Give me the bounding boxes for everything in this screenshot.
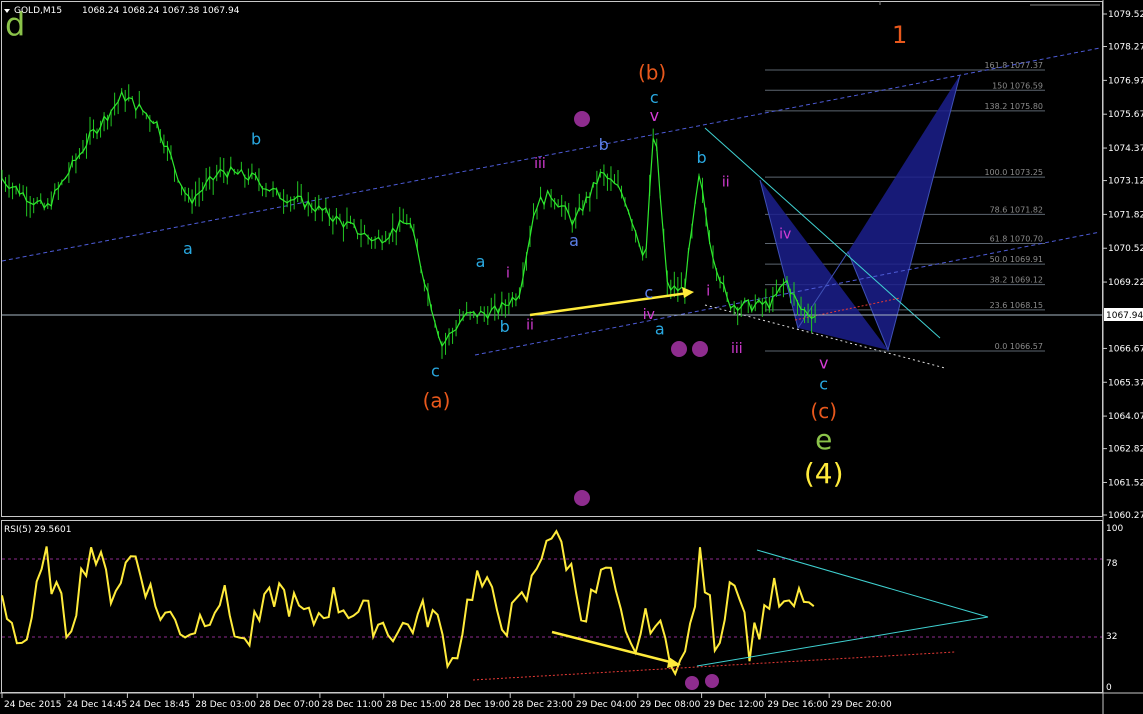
price-tick-label: 1070.52	[1108, 244, 1143, 254]
time-tick-label: 24 Dec 2015	[4, 700, 62, 710]
wave-label: c	[650, 88, 659, 107]
chart-svg: 161.8 1077.37150 1076.59138.2 1075.80100…	[0, 0, 1143, 714]
wave-label: iii	[534, 156, 546, 172]
fib-label: 0.0 1066.57	[995, 342, 1043, 351]
price-tick-label: 1066.67	[1108, 344, 1143, 354]
rsi-triangle-upper	[756, 549, 989, 618]
wave-label: iii	[731, 341, 743, 357]
price-tick-label: 1060.27	[1108, 511, 1143, 521]
price-tick-label: 1062.82	[1108, 445, 1143, 455]
time-tick-label: 28 Dec 07:00	[259, 700, 320, 710]
time-tick-label: 28 Dec 23:00	[512, 700, 573, 710]
price-panel-frame	[1, 1, 1103, 517]
ohlc-readout: 1068.24 1068.24 1067.38 1067.94	[82, 6, 240, 16]
wave-label: v	[819, 353, 828, 372]
wave-labels: d 1(b)cviiib bbiiiva aaic ib iiivaiiic(a)vc(c…	[5, 5, 907, 490]
time-tick-label: 28 Dec 19:00	[450, 700, 511, 710]
rsi-series	[1, 529, 815, 677]
wave-label: a	[569, 231, 579, 250]
fib-label: 78.6 1071.82	[990, 205, 1043, 214]
wave-label: b	[251, 130, 261, 149]
rsi-tick-label: 32	[1106, 632, 1117, 642]
rsi-tick-label: 100	[1106, 524, 1123, 534]
purple-marker	[574, 490, 590, 506]
wave-label: a	[476, 252, 486, 271]
wave-label: 1	[892, 21, 907, 49]
fib-label: 100.0 1073.25	[984, 168, 1043, 177]
price-tick-label: 1064.07	[1108, 412, 1143, 422]
time-tick-label: 29 Dec 04:00	[576, 700, 637, 710]
fib-label: 61.8 1070.70	[990, 235, 1043, 244]
symbol-label: GOLD,M15	[14, 6, 62, 16]
wave-label: b	[500, 317, 510, 336]
wave-label: c	[819, 374, 828, 393]
time-tick-label: 24 Dec 14:45	[67, 700, 128, 710]
purple-marker	[685, 676, 699, 690]
rsi-axis: 100 78 32 0	[1106, 524, 1123, 693]
wave-label: i	[706, 284, 710, 300]
wave-label: b	[697, 148, 707, 167]
fib-label: 23.6 1068.15	[990, 301, 1043, 310]
wave-label: a	[655, 320, 665, 339]
purple-marker	[574, 111, 590, 127]
fib-label: 138.2 1075.80	[984, 102, 1043, 111]
wave-label: (a)	[423, 389, 451, 413]
wave-label: (b)	[638, 61, 666, 85]
wave-label: (4)	[804, 457, 844, 490]
price-tick-label: 1071.82	[1108, 210, 1143, 220]
time-tick-label: 28 Dec 15:00	[386, 700, 447, 710]
time-tick-label: 24 Dec 18:45	[129, 700, 190, 710]
time-tick-label: 29 Dec 20:00	[831, 700, 892, 710]
price-tick-label: 1076.97	[1108, 76, 1143, 86]
price-tick-label: 1074.37	[1108, 144, 1143, 154]
price-line	[1, 90, 816, 348]
fib-label: 50.0 1069.91	[990, 255, 1043, 264]
wave-label: ii	[526, 317, 534, 333]
price-tick-label: 1075.67	[1108, 110, 1143, 120]
fib-label: 150 1076.59	[992, 81, 1043, 90]
rsi-tick-label: 78	[1106, 559, 1118, 569]
price-axis: 1079.52 1078.27 1076.97 1075.67 1074.37 1073.…	[1103, 10, 1143, 521]
wave-label: iv	[779, 226, 791, 242]
time-tick-label: 29 Dec 16:00	[767, 700, 828, 710]
wave-label: a	[183, 239, 193, 258]
price-arrow	[529, 287, 694, 317]
price-tick-label: 1079.52	[1108, 10, 1143, 20]
time-tick-label: 29 Dec 08:00	[640, 700, 701, 710]
rsi-panel-frame	[1, 520, 1103, 693]
purple-marker	[692, 341, 708, 357]
price-tick-label: 1069.22	[1108, 278, 1143, 288]
wave-label: iv	[643, 307, 655, 323]
time-axis: 24 Dec 2015 24 Dec 14:45 24 Dec 18:45 28 De…	[1, 693, 892, 710]
price-tick-label: 1061.52	[1108, 478, 1143, 488]
price-tick-label: 1078.27	[1108, 43, 1143, 53]
price-tick-label: 1065.37	[1108, 378, 1143, 388]
current-price-label: 1067.94	[1106, 311, 1143, 321]
harmonic-pattern-area-2	[848, 75, 960, 350]
wave-label: i	[506, 265, 510, 281]
wave-label: c	[431, 361, 440, 380]
price-series	[1, 84, 816, 359]
rsi-triangle-lower	[696, 616, 989, 667]
purple-marker	[705, 674, 719, 688]
wave-label: e	[815, 423, 832, 456]
purple-marker	[671, 341, 687, 357]
wave-label: b	[599, 135, 609, 154]
time-tick-label: 29 Dec 12:00	[704, 700, 765, 710]
rsi-line	[1, 529, 815, 677]
time-tick-label: 28 Dec 03:00	[195, 700, 256, 710]
harmonic-pattern-outline	[759, 74, 961, 352]
price-tick-label: 1073.12	[1108, 177, 1143, 187]
wave-label: v	[650, 106, 659, 125]
fib-label: 38.2 1069.12	[990, 276, 1043, 285]
rsi-tick-label: 0	[1106, 683, 1112, 693]
wave-label: c	[644, 283, 653, 302]
rsi-label: RSI(5) 29.5601	[4, 525, 71, 535]
wave-label: ii	[722, 174, 730, 190]
wave-label: (c)	[810, 399, 837, 423]
time-tick-label: 28 Dec 11:00	[322, 700, 383, 710]
